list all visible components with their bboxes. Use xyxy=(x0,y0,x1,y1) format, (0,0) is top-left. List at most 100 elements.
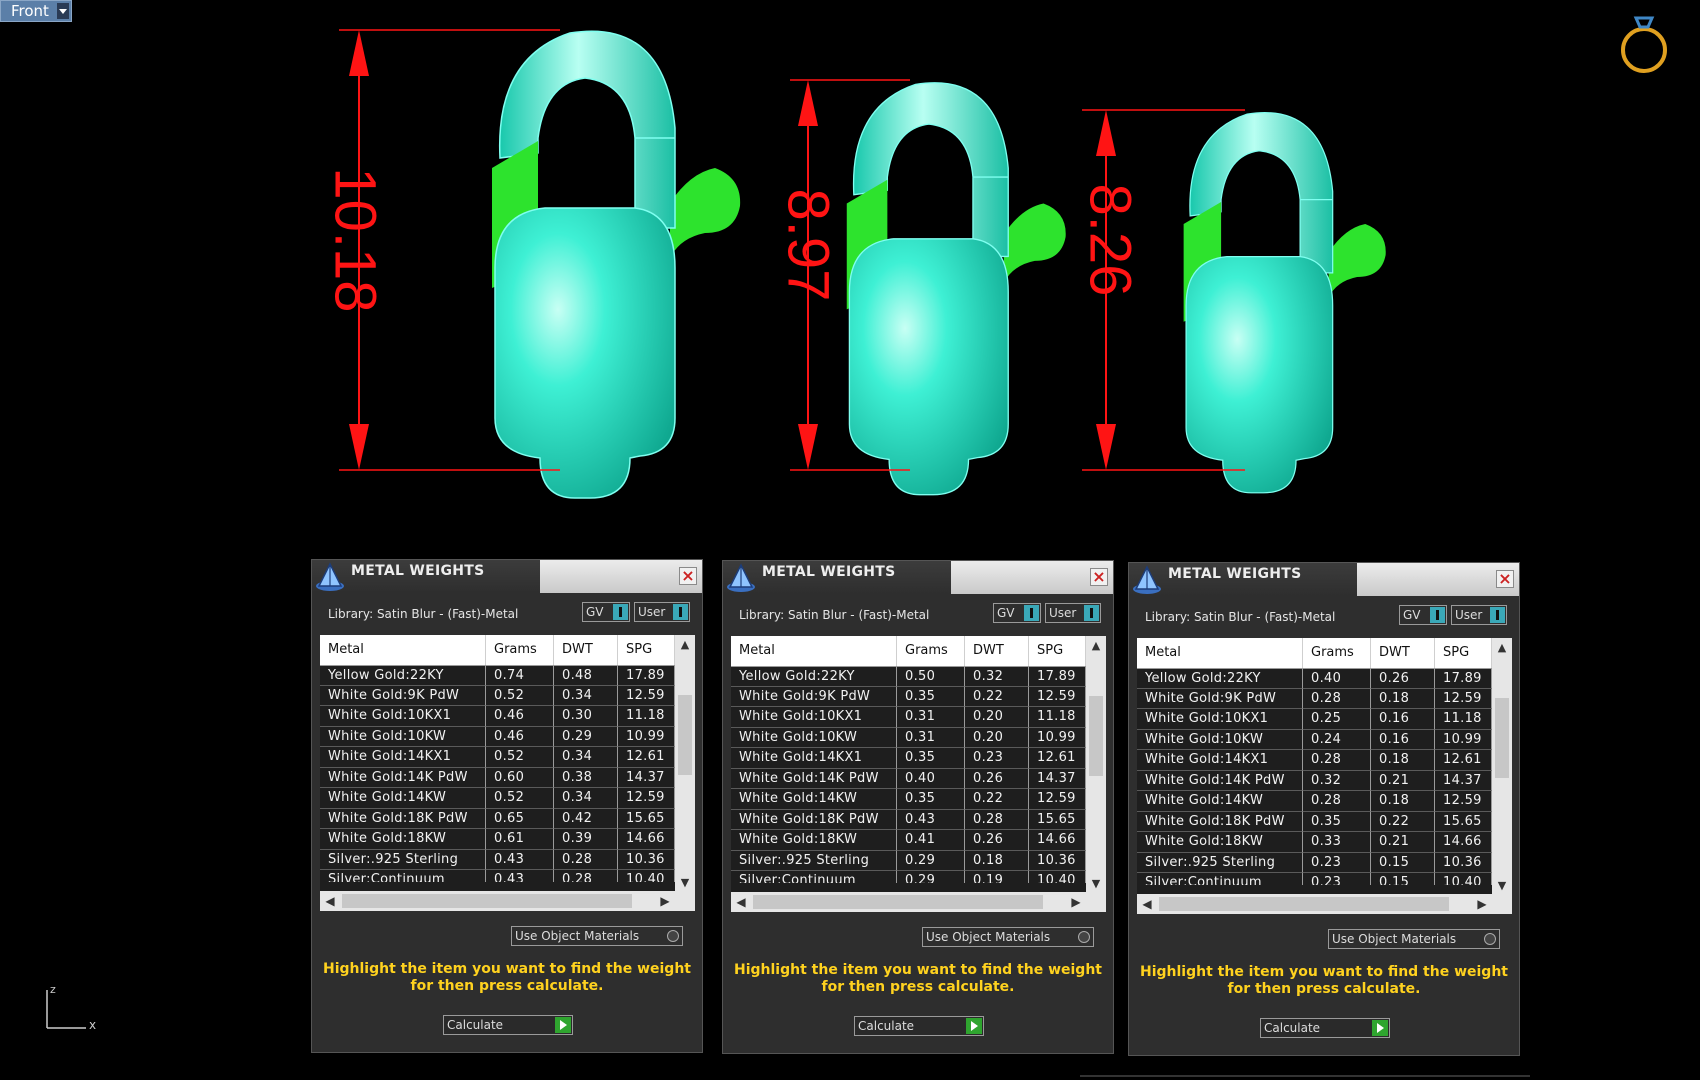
table-row[interactable]: White Gold:14KW 0.28 0.18 12.59 xyxy=(1137,791,1492,812)
gv-toggle[interactable]: GV xyxy=(1399,605,1447,625)
table-row[interactable]: White Gold:14KX1 0.35 0.23 12.61 xyxy=(731,748,1086,769)
user-toggle-knob[interactable] xyxy=(1490,607,1505,623)
use-object-materials-option[interactable]: Use Object Materials xyxy=(1328,929,1500,949)
table-row[interactable]: White Gold:18KW 0.61 0.39 14.66 xyxy=(320,829,675,850)
table-row[interactable]: Silver:.925 Sterling 0.23 0.15 10.36 xyxy=(1137,852,1492,873)
table-row[interactable]: White Gold:9K PdW 0.28 0.18 12.59 xyxy=(1137,688,1492,709)
close-button[interactable]: × xyxy=(1090,568,1108,586)
horizontal-scroll-thumb[interactable] xyxy=(342,894,632,908)
column-header-dwt[interactable]: DWT xyxy=(1371,638,1435,668)
panel-titlebar[interactable]: METAL WEIGHTS × xyxy=(723,561,1113,594)
table-row[interactable]: White Gold:10KW 0.24 0.16 10.99 xyxy=(1137,729,1492,750)
table-row[interactable]: White Gold:18K PdW 0.65 0.42 15.65 xyxy=(320,808,675,829)
table-row[interactable]: White Gold:14K PdW 0.32 0.21 14.37 xyxy=(1137,770,1492,791)
table-row[interactable]: White Gold:10KW 0.46 0.29 10.99 xyxy=(320,726,675,747)
viewport-menu-arrow-icon[interactable] xyxy=(57,3,69,19)
vertical-scrollbar[interactable]: ▲ ▼ xyxy=(1086,636,1106,892)
calculate-button[interactable]: Calculate xyxy=(443,1015,573,1035)
table-row[interactable]: White Gold:10KX1 0.25 0.16 11.18 xyxy=(1137,709,1492,730)
close-button[interactable]: × xyxy=(1496,570,1514,588)
scroll-right-icon[interactable]: ▶ xyxy=(655,891,675,911)
column-header-spg[interactable]: SPG xyxy=(1029,636,1086,666)
metal-table[interactable]: Metal Grams DWT SPG Yellow Gold:22KY 0.50 0.3… xyxy=(731,636,1106,912)
column-header-grams[interactable]: Grams xyxy=(486,635,554,665)
user-toggle-knob[interactable] xyxy=(1084,605,1099,621)
scroll-right-icon[interactable]: ▶ xyxy=(1472,894,1492,914)
table-row[interactable]: White Gold:10KX1 0.31 0.20 11.18 xyxy=(731,707,1086,728)
use-object-materials-radio[interactable] xyxy=(1484,933,1496,945)
scroll-down-icon[interactable]: ▼ xyxy=(1086,874,1106,892)
use-object-materials-option[interactable]: Use Object Materials xyxy=(511,926,683,946)
column-header-metal[interactable]: Metal xyxy=(731,636,897,666)
vertical-scroll-thumb[interactable] xyxy=(678,695,692,775)
table-row[interactable]: White Gold:14K PdW 0.40 0.26 14.37 xyxy=(731,768,1086,789)
ring-icon[interactable] xyxy=(1621,16,1667,73)
table-row[interactable]: White Gold:10KX1 0.46 0.30 11.18 xyxy=(320,706,675,727)
table-row[interactable]: White Gold:9K PdW 0.35 0.22 12.59 xyxy=(731,686,1086,707)
scroll-right-icon[interactable]: ▶ xyxy=(1066,892,1086,912)
gv-toggle[interactable]: GV xyxy=(993,603,1041,623)
horizontal-scroll-thumb[interactable] xyxy=(1159,897,1449,911)
scroll-down-icon[interactable]: ▼ xyxy=(675,873,695,891)
scroll-down-icon[interactable]: ▼ xyxy=(1492,876,1512,894)
column-header-metal[interactable]: Metal xyxy=(320,635,486,665)
use-object-materials-radio[interactable] xyxy=(1078,931,1090,943)
metal-table[interactable]: Metal Grams DWT SPG Yellow Gold:22KY 0.40 0.2… xyxy=(1137,638,1512,914)
scroll-up-icon[interactable]: ▲ xyxy=(675,635,695,653)
table-row[interactable]: White Gold:14KW 0.52 0.34 12.59 xyxy=(320,788,675,809)
gv-toggle-knob[interactable] xyxy=(1430,607,1445,623)
column-header-spg[interactable]: SPG xyxy=(1435,638,1492,668)
calculate-button[interactable]: Calculate xyxy=(854,1016,984,1036)
table-row[interactable]: Silver:Continuum 0.29 0.19 10.40 xyxy=(731,871,1086,883)
vertical-scrollbar[interactable]: ▲ ▼ xyxy=(675,635,695,891)
panel-titlebar[interactable]: METAL WEIGHTS × xyxy=(1129,563,1519,596)
scroll-left-icon[interactable]: ◀ xyxy=(320,891,340,911)
metal-table[interactable]: Metal Grams DWT SPG Yellow Gold:22KY 0.74 0.4… xyxy=(320,635,695,911)
close-button[interactable]: × xyxy=(679,567,697,585)
user-toggle-knob[interactable] xyxy=(673,604,688,620)
column-header-grams[interactable]: Grams xyxy=(897,636,965,666)
clasp-model[interactable] xyxy=(492,30,741,499)
use-object-materials-radio[interactable] xyxy=(667,930,679,942)
clasp-model[interactable] xyxy=(846,82,1066,496)
table-row[interactable]: White Gold:14K PdW 0.60 0.38 14.37 xyxy=(320,767,675,788)
table-row[interactable]: White Gold:14KW 0.35 0.22 12.59 xyxy=(731,789,1086,810)
scroll-left-icon[interactable]: ◀ xyxy=(1137,894,1157,914)
table-row[interactable]: White Gold:14KX1 0.28 0.18 12.61 xyxy=(1137,750,1492,771)
calculate-button[interactable]: Calculate xyxy=(1260,1018,1390,1038)
column-header-grams[interactable]: Grams xyxy=(1303,638,1371,668)
table-row[interactable]: Yellow Gold:22KY 0.40 0.26 17.89 xyxy=(1137,668,1492,689)
table-body[interactable]: Yellow Gold:22KY 0.40 0.26 17.89 White Gold:… xyxy=(1137,668,1492,885)
scroll-up-icon[interactable]: ▲ xyxy=(1492,638,1512,656)
table-row[interactable]: Silver:Continuum 0.43 0.28 10.40 xyxy=(320,870,675,882)
viewport-tab[interactable]: Front xyxy=(0,0,72,22)
scroll-left-icon[interactable]: ◀ xyxy=(731,892,751,912)
table-row[interactable]: White Gold:9K PdW 0.52 0.34 12.59 xyxy=(320,685,675,706)
table-row[interactable]: White Gold:14KX1 0.52 0.34 12.61 xyxy=(320,747,675,768)
table-row[interactable]: White Gold:18K PdW 0.35 0.22 15.65 xyxy=(1137,811,1492,832)
column-header-dwt[interactable]: DWT xyxy=(965,636,1029,666)
horizontal-scrollbar[interactable]: ◀ ▶ xyxy=(1137,894,1512,914)
user-toggle[interactable]: User xyxy=(634,602,690,622)
use-object-materials-option[interactable]: Use Object Materials xyxy=(922,927,1094,947)
table-row[interactable]: Silver:Continuum 0.23 0.15 10.40 xyxy=(1137,873,1492,885)
horizontal-scrollbar[interactable]: ◀ ▶ xyxy=(731,892,1106,912)
panel-titlebar[interactable]: METAL WEIGHTS × xyxy=(312,560,702,593)
horizontal-scroll-thumb[interactable] xyxy=(753,895,1043,909)
vertical-scroll-thumb[interactable] xyxy=(1089,696,1103,776)
clasp-model[interactable] xyxy=(1183,112,1386,494)
column-header-dwt[interactable]: DWT xyxy=(554,635,618,665)
user-toggle[interactable]: User xyxy=(1045,603,1101,623)
horizontal-scrollbar[interactable]: ◀ ▶ xyxy=(320,891,695,911)
column-header-spg[interactable]: SPG xyxy=(618,635,675,665)
vertical-scroll-thumb[interactable] xyxy=(1495,698,1509,778)
table-row[interactable]: White Gold:18KW 0.41 0.26 14.66 xyxy=(731,830,1086,851)
table-row[interactable]: White Gold:18KW 0.33 0.21 14.66 xyxy=(1137,832,1492,853)
gv-toggle-knob[interactable] xyxy=(1024,605,1039,621)
table-row[interactable]: Silver:.925 Sterling 0.29 0.18 10.36 xyxy=(731,850,1086,871)
column-header-metal[interactable]: Metal xyxy=(1137,638,1303,668)
gv-toggle-knob[interactable] xyxy=(613,604,628,620)
table-row[interactable]: White Gold:10KW 0.31 0.20 10.99 xyxy=(731,727,1086,748)
gv-toggle[interactable]: GV xyxy=(582,602,630,622)
table-row[interactable]: Yellow Gold:22KY 0.50 0.32 17.89 xyxy=(731,666,1086,687)
